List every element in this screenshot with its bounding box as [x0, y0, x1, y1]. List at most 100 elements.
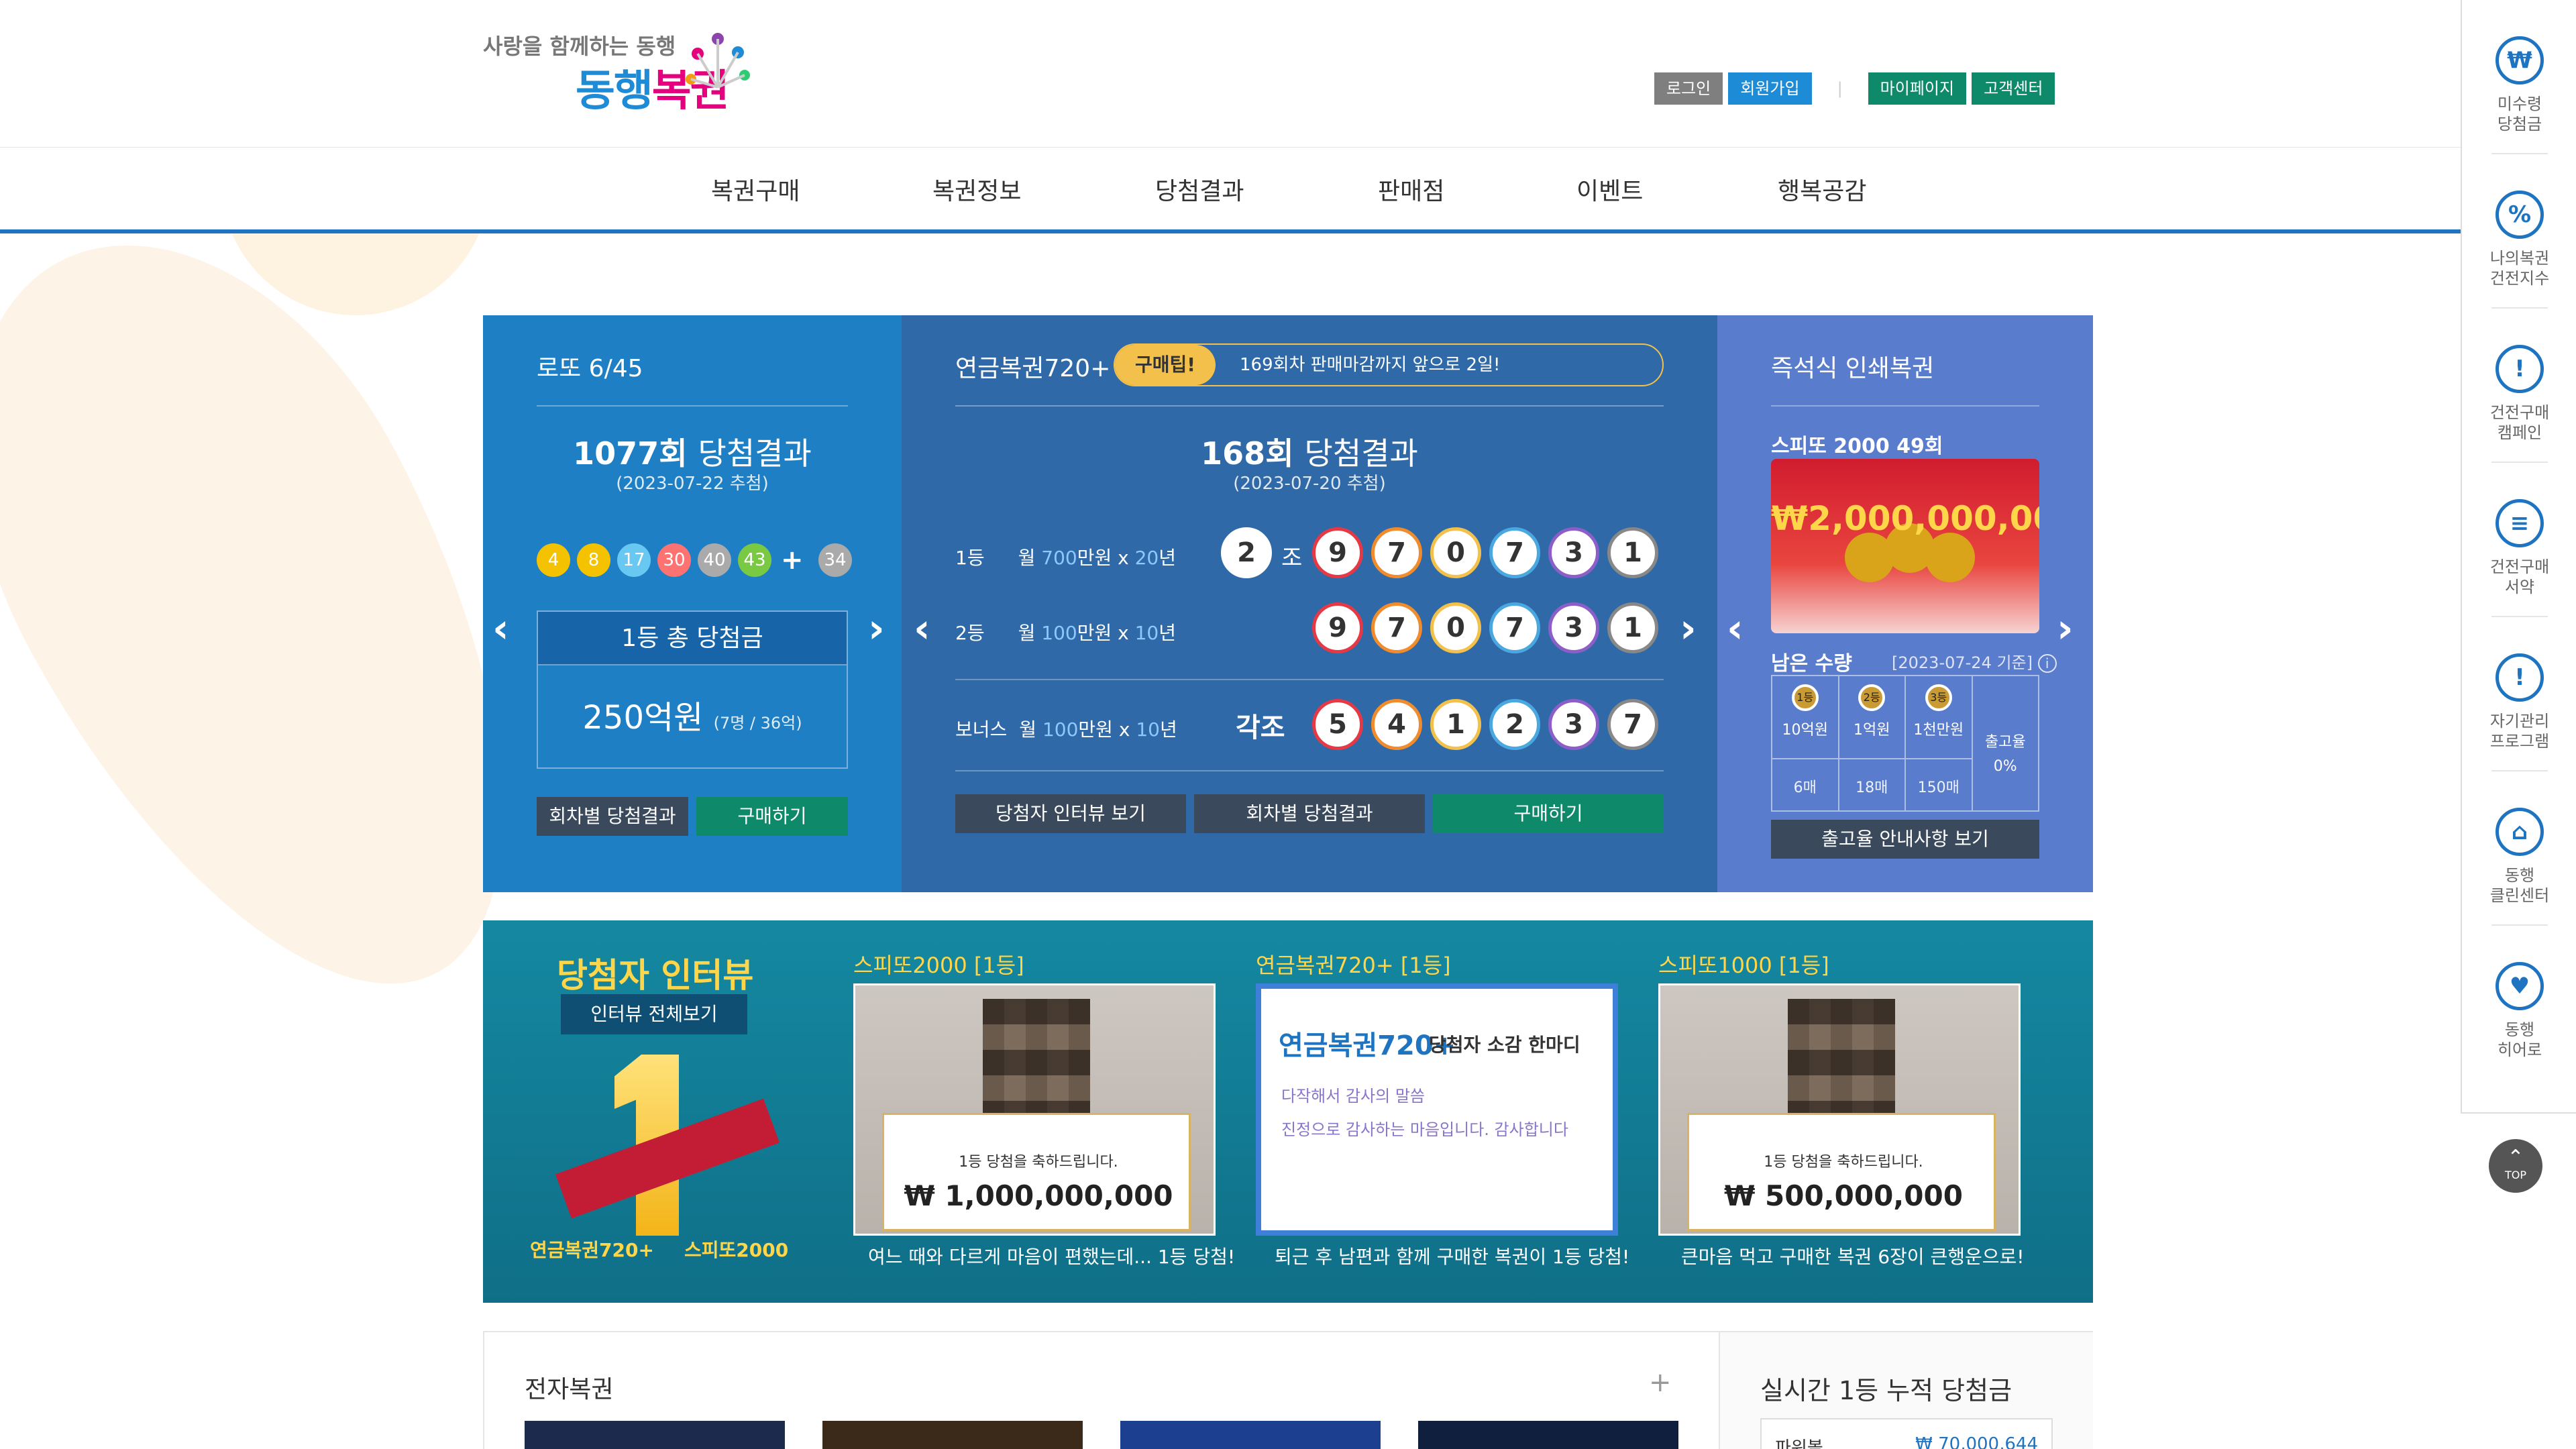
- card-title: 스피또2000 [1등]: [853, 953, 1024, 978]
- info-icon: i: [2037, 654, 2057, 673]
- release-info-button[interactable]: 출고율 안내사항 보기: [1771, 820, 2039, 859]
- pension-history-button[interactable]: 회차별 당첨결과: [1194, 794, 1425, 833]
- prize-board: 1등 당첨을 축하드립니다. ₩ 1,000,000,000: [882, 1113, 1191, 1231]
- pension-round-title: 168회 당첨결과: [1201, 435, 1418, 472]
- card-title: 연금복권720+ [1등]: [1256, 953, 1451, 978]
- pension-number-ball: 1: [1607, 527, 1658, 578]
- won-icon: ₩: [2496, 36, 2544, 85]
- lotto-bonus-ball: 34: [818, 543, 852, 577]
- pension-number-ball: 7: [1489, 527, 1540, 578]
- game-thumbnail[interactable]: [822, 1421, 1083, 1449]
- side-self-program[interactable]: ! 자기관리 프로그램: [2462, 617, 2576, 771]
- pension-number-ball: 3: [1548, 699, 1599, 750]
- lotto-round-title: 1077회 당첨결과: [573, 435, 812, 472]
- interview-all-button[interactable]: 인터뷰 전체보기: [561, 994, 747, 1034]
- pension-number-ball: 0: [1430, 602, 1481, 653]
- pension-panel: 연금복권720+ 구매팁! 169회차 판매마감까지 앞으로 2일! 168회 …: [902, 315, 1717, 892]
- lotto-ball: 17: [617, 543, 651, 577]
- pension-number-ball: 9: [1312, 602, 1363, 653]
- pension-title: 연금복권720+: [955, 355, 1111, 382]
- gold-ball-graphic: [1925, 533, 1975, 582]
- pension-each-jo: 각조: [1236, 712, 1285, 743]
- main-navigation: 복권구매 복권정보 당첨결과 판매점 이벤트 행복공감: [0, 148, 2576, 233]
- house-icon: ⌂: [2496, 808, 2544, 856]
- winner-note-image[interactable]: 연금복권720+ 당첨자 소감 한마디 다작해서 감사의 말씀 진정으로 감사하…: [1256, 983, 1618, 1236]
- game-thumbnail[interactable]: [1120, 1421, 1381, 1449]
- interview-banner: 당첨자 인터뷰 인터뷰 전체보기 연금복권720+ 스피또2000 스피또200…: [483, 920, 2093, 1303]
- mypage-button[interactable]: 마이페이지: [1868, 72, 1967, 105]
- winner-photo[interactable]: 1등 당첨을 축하드립니다. ₩ 500,000,000: [1658, 983, 2021, 1236]
- realtime-jackpot: 실시간 1등 누적 당첨금 파워볼 ₩ 70,000,644: [1719, 1332, 2093, 1449]
- pension-number-ball: 7: [1371, 602, 1422, 653]
- side-pledge[interactable]: ≡ 건전구매 서약: [2462, 463, 2576, 617]
- remaining-date: [2023-07-24 기준] i: [1892, 649, 2057, 673]
- side-unclaimed-prize[interactable]: ₩ 미수령 당첨금: [2462, 0, 2576, 154]
- chevron-right-icon[interactable]: ›: [868, 605, 885, 652]
- lotto-ball: 8: [577, 543, 610, 577]
- instant-title: 즉석식 인쇄복권: [1771, 355, 1935, 382]
- card-caption[interactable]: 퇴근 후 남편과 함께 구매한 복권이 1등 당첨!: [1275, 1242, 1629, 1269]
- pension-draw-date: (2023-07-20 추첨): [1233, 474, 1386, 494]
- realtime-row: 파워볼 ₩ 70,000,644: [1760, 1418, 2053, 1449]
- chevron-left-icon[interactable]: ‹: [492, 605, 509, 652]
- realtime-amount: ₩ 70,000,644: [1915, 1434, 2038, 1449]
- logo-burst-icon: [686, 33, 750, 89]
- pension-number-ball: 3: [1548, 527, 1599, 578]
- game-thumbnail[interactable]: [1418, 1421, 1678, 1449]
- join-button[interactable]: 회원가입: [1728, 72, 1812, 105]
- rank-col-2: 2등 1억원 18매: [1839, 676, 1906, 810]
- medal-icon: 2등: [1858, 684, 1886, 711]
- winner-photo[interactable]: 1등 당첨을 축하드립니다. ₩ 1,000,000,000: [853, 983, 1216, 1236]
- chevron-right-icon[interactable]: ›: [1680, 605, 1697, 652]
- pension-jo-ball: 2: [1221, 527, 1272, 578]
- more-plus-icon[interactable]: +: [1649, 1367, 1672, 1398]
- side-health-index[interactable]: % 나의복권 건전지수: [2462, 154, 2576, 309]
- pension-number-ball: 1: [1607, 602, 1658, 653]
- login-button[interactable]: 로그인: [1654, 72, 1723, 105]
- lotto-title: 로또 6/45: [537, 355, 643, 382]
- pension-buy-button[interactable]: 구매하기: [1433, 794, 1664, 833]
- scroll-top-button[interactable]: ⌃ TOP: [2489, 1139, 2542, 1193]
- nav-buy[interactable]: 복권구매: [711, 172, 800, 207]
- plus-icon: +: [781, 545, 804, 576]
- pension-interview-button[interactable]: 당첨자 인터뷰 보기: [955, 794, 1186, 833]
- speetto-ticket-image[interactable]: ₩2,000,000,000: [1771, 459, 2039, 633]
- alert-icon: !: [2496, 653, 2544, 702]
- chevron-right-icon[interactable]: ›: [2057, 605, 2074, 652]
- purchase-tip[interactable]: 구매팁! 169회차 판매마감까지 앞으로 2일!: [1114, 343, 1664, 386]
- nav-events[interactable]: 이벤트: [1576, 172, 1643, 207]
- divider: [955, 405, 1664, 407]
- lotto-prize-amount: 250억원 (7명 / 36억): [582, 699, 802, 737]
- site-logo[interactable]: 사랑을 함께하는 동행 동행복권: [483, 27, 765, 127]
- nav-info[interactable]: 복권정보: [932, 172, 1021, 207]
- lotto-ball: 30: [657, 543, 691, 577]
- customer-center-button[interactable]: 고객센터: [1972, 72, 2055, 105]
- divider: [955, 770, 1664, 771]
- pension-rank1-row: 1등 월 700만원 x 20년: [955, 547, 1177, 569]
- nav-happiness[interactable]: 행복공감: [1778, 172, 1866, 207]
- side-hero[interactable]: ♥ 동행 히어로: [2462, 926, 2576, 1080]
- nav-results[interactable]: 당첨결과: [1155, 172, 1244, 207]
- card-caption[interactable]: 큰마음 먹고 구매한 복권 6장이 큰행운으로!: [1681, 1242, 2024, 1269]
- pension-number-ball: 9: [1312, 527, 1363, 578]
- lotto-ball: 43: [738, 543, 771, 577]
- lotto-history-button[interactable]: 회차별 당첨결과: [537, 797, 688, 836]
- lotto-ball: 4: [537, 543, 570, 577]
- tip-text: 169회차 판매마감까지 앞으로 2일!: [1240, 355, 1501, 375]
- card-caption[interactable]: 여느 때와 다르게 마음이 편했는데... 1등 당첨!: [868, 1242, 1235, 1269]
- nav-stores[interactable]: 판매점: [1378, 172, 1444, 207]
- lotto-draw-date: (2023-07-22 추첨): [616, 474, 769, 494]
- side-clean-center[interactable]: ⌂ 동행 클린센터: [2462, 771, 2576, 926]
- chevron-left-icon[interactable]: ‹: [914, 605, 930, 652]
- lotto-buy-button[interactable]: 구매하기: [696, 797, 848, 836]
- ticket-amount: ₩2,000,000,000: [1771, 499, 2039, 538]
- medal-icon: 3등: [1925, 684, 1952, 711]
- pension-number-ball: 0: [1430, 527, 1481, 578]
- pension-number-ball: 2: [1489, 699, 1540, 750]
- side-campaign[interactable]: ! 건전구매 캠페인: [2462, 309, 2576, 463]
- chevron-left-icon[interactable]: ‹: [1727, 605, 1743, 652]
- game-thumbnail[interactable]: [525, 1421, 785, 1449]
- pension-number-ball: 7: [1607, 699, 1658, 750]
- utility-separator: |: [1837, 79, 1843, 98]
- pension-number-ball: 5: [1312, 699, 1363, 750]
